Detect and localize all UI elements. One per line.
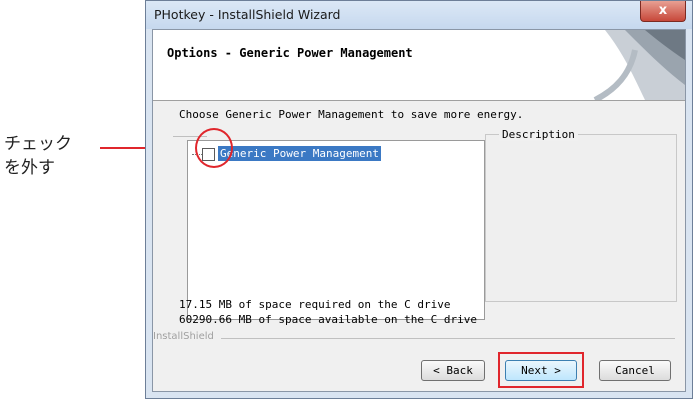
instruction-text: Choose Generic Power Management to save … xyxy=(179,108,524,121)
window-title: PHotkey - InstallShield Wizard xyxy=(154,7,341,22)
cancel-button[interactable]: Cancel xyxy=(599,360,671,381)
wizard-client-area: Options - Generic Power Management Choos… xyxy=(152,29,686,392)
space-available-text: 60290.66 MB of space available on the C … xyxy=(179,313,478,326)
installshield-brand: InstallShield xyxy=(153,331,214,342)
feature-item-label[interactable]: Generic Power Management xyxy=(218,146,381,161)
callout-line1: チェック xyxy=(4,134,72,154)
title-bar: PHotkey - InstallShield Wizard x xyxy=(146,1,692,29)
callout-line2: を外す xyxy=(4,158,55,178)
header-graphic xyxy=(575,30,685,100)
checkbox-highlight-circle xyxy=(195,128,233,168)
feature-tree[interactable]: Generic Power Management xyxy=(187,140,485,320)
description-label: Description xyxy=(499,128,578,141)
description-box xyxy=(485,134,677,302)
next-button-highlight xyxy=(498,352,584,388)
wizard-header: Options - Generic Power Management xyxy=(153,30,685,101)
page-title: Options - Generic Power Management xyxy=(167,46,413,60)
close-button[interactable]: x xyxy=(640,1,686,22)
installshield-window: PHotkey - InstallShield Wizard x Options… xyxy=(145,0,693,399)
back-button[interactable]: < Back xyxy=(421,360,485,381)
space-required-text: 17.15 MB of space required on the C driv… xyxy=(179,298,451,311)
brand-divider xyxy=(221,338,675,339)
callout-text: チェック を外す xyxy=(4,132,102,180)
close-icon: x xyxy=(658,3,668,18)
